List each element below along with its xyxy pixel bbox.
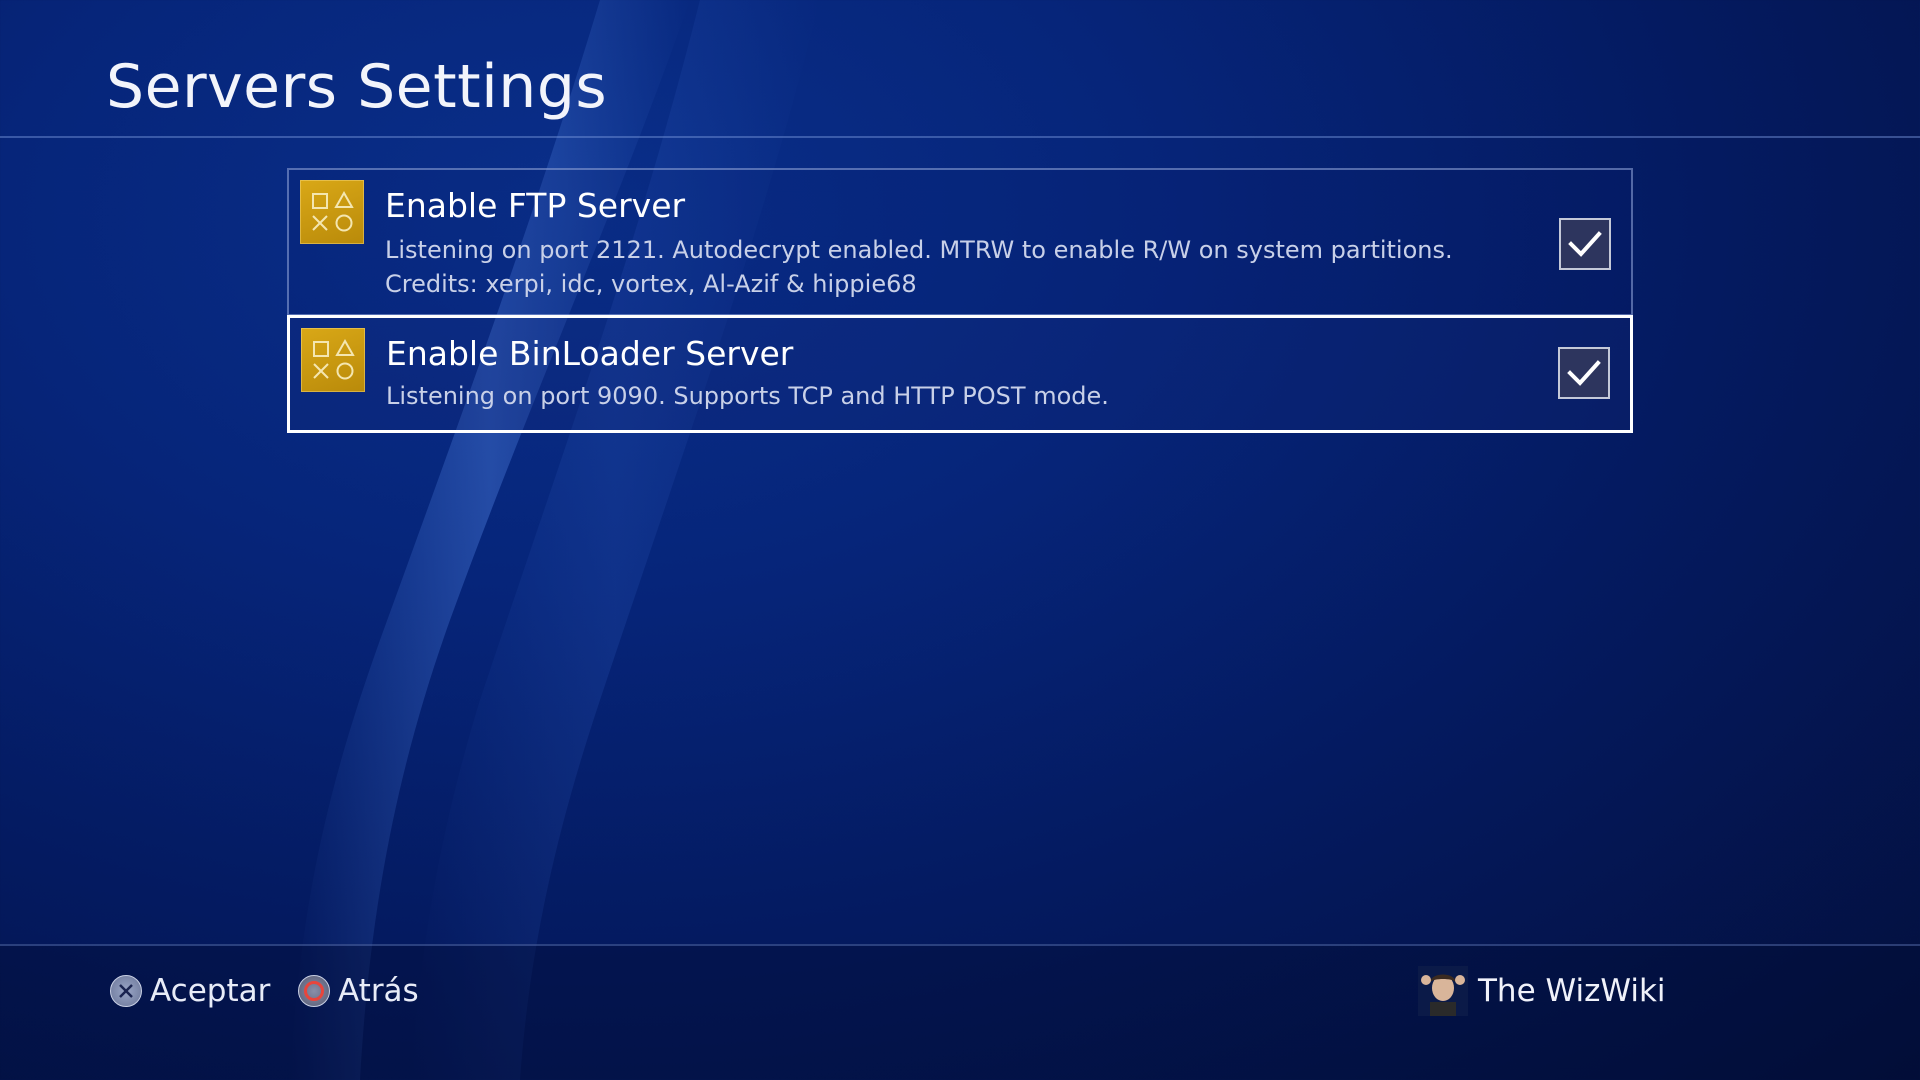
setting-item-binloader-server[interactable]: Enable BinLoader Server Listening on por…	[287, 315, 1633, 433]
setting-item-ftp-server[interactable]: Enable FTP Server Listening on port 2121…	[287, 168, 1633, 316]
binloader-server-checkbox[interactable]	[1558, 347, 1610, 399]
setting-title: Enable BinLoader Server	[386, 334, 794, 373]
user-profile: The WizWiki	[1418, 966, 1666, 1016]
ftp-server-checkbox[interactable]	[1559, 218, 1611, 270]
accept-label: Aceptar	[150, 973, 271, 1009]
setting-description: Listening on port 9090. Supports TCP and…	[386, 382, 1109, 410]
header-bar: Servers Settings	[0, 0, 1920, 138]
settings-list: Enable FTP Server Listening on port 2121…	[287, 168, 1633, 433]
setting-credits: Credits: xerpi, idc, vortex, Al-Azif & h…	[385, 270, 917, 298]
back-label: Atrás	[338, 973, 419, 1009]
back-hint[interactable]: Atrás	[298, 973, 419, 1009]
checkmark-icon	[1567, 360, 1601, 386]
playstation-shapes-icon	[300, 180, 364, 244]
page-title: Servers Settings	[106, 52, 608, 122]
circle-button-icon	[298, 975, 330, 1007]
setting-title: Enable FTP Server	[385, 186, 686, 225]
cross-button-icon	[110, 975, 142, 1007]
footer-bar: Aceptar Atrás The WizWiki	[0, 944, 1920, 1080]
accept-hint[interactable]: Aceptar	[110, 973, 270, 1009]
avatar	[1418, 966, 1468, 1016]
user-name: The WizWiki	[1478, 973, 1666, 1009]
playstation-shapes-icon	[301, 328, 365, 392]
setting-description: Listening on port 2121. Autodecrypt enab…	[385, 236, 1453, 264]
checkmark-icon	[1568, 231, 1602, 257]
background-wave	[290, 0, 820, 1080]
